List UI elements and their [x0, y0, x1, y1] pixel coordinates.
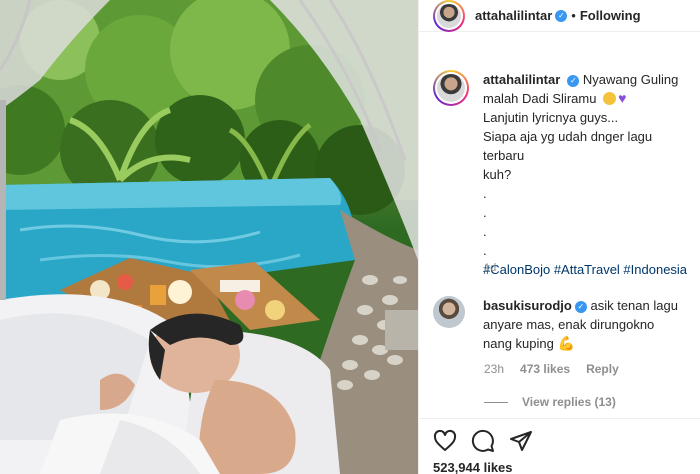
view-replies-line: [484, 401, 508, 403]
caption-username[interactable]: attahalilintar: [483, 72, 560, 87]
caption-avatar[interactable]: [433, 70, 469, 106]
post-header: attahalilintar ✓ • Following: [419, 0, 700, 32]
flexed-biceps-emoji-icon: 💪: [557, 335, 575, 351]
header-user: attahalilintar ✓ • Following: [475, 8, 641, 23]
caption-hashtags[interactable]: #CalonBojo #AttaTravel #Indonesia: [483, 262, 687, 277]
caption-line-3: Lanjutin lyricnya guys...: [483, 110, 619, 125]
caption-line-1: Nyawang Guling: [582, 72, 679, 87]
comment-line-3: nang kuping: [483, 336, 554, 351]
caption: attahalilintar ✓ Nyawang Guling malah Dad…: [433, 70, 695, 279]
caption-line-4: Siapa aja yg udah dnger lagu terbaru: [483, 129, 653, 163]
reply-button[interactable]: Reply: [586, 362, 619, 376]
likes-count[interactable]: 523,944 likes: [433, 460, 513, 474]
verified-badge-icon: ✓: [574, 300, 587, 313]
comment-item: basukisurodjo ✓ asik tenan lagu anyare ma…: [433, 296, 695, 353]
post-photo[interactable]: [0, 0, 418, 474]
caption-dot: .: [483, 243, 487, 258]
comment-likes[interactable]: 473 likes: [520, 362, 570, 376]
commenter-avatar[interactable]: [433, 296, 465, 328]
post-photo-illustration: [0, 0, 418, 474]
separator-dot: •: [571, 8, 576, 23]
comment-time[interactable]: 23h: [484, 362, 504, 376]
following-button[interactable]: Following: [580, 8, 641, 23]
view-replies-label: View replies (13): [522, 395, 616, 409]
heart-icon[interactable]: [433, 429, 457, 453]
comment-line-2: anyare mas, enak dirungokno: [483, 317, 655, 332]
caption-text: attahalilintar ✓ Nyawang Guling malah Dad…: [483, 70, 695, 279]
post-side-panel: attahalilintar ✓ • Following attahalilin…: [418, 0, 700, 474]
comment-text: basukisurodjo ✓ asik tenan lagu anyare ma…: [483, 296, 678, 353]
verified-badge-icon: ✓: [555, 9, 568, 22]
verified-badge-icon: ✓: [567, 74, 580, 87]
paper-plane-icon[interactable]: [509, 429, 533, 453]
grinning-face-emoji-icon: [603, 92, 617, 105]
caption-line-5: kuh?: [483, 167, 512, 182]
caption-dot: .: [483, 224, 487, 239]
caption-dot: .: [483, 205, 487, 220]
purple-heart-emoji-icon: ♥: [618, 90, 627, 106]
comment-bubble-icon[interactable]: [471, 429, 495, 453]
view-replies-button[interactable]: View replies (13): [484, 395, 616, 409]
comment-line-1: asik tenan lagu: [590, 298, 678, 313]
commenter-username[interactable]: basukisurodjo: [483, 298, 572, 313]
author-avatar[interactable]: [433, 0, 465, 32]
post-actions: 523,944 likes: [419, 418, 700, 474]
caption-dot: .: [483, 186, 487, 201]
comment-meta: 23h 473 likes Reply: [484, 362, 619, 376]
author-username[interactable]: attahalilintar: [475, 8, 552, 23]
caption-timestamp[interactable]: 1d: [484, 262, 496, 274]
caption-line-2: malah Dadi Sliramu: [483, 91, 597, 106]
